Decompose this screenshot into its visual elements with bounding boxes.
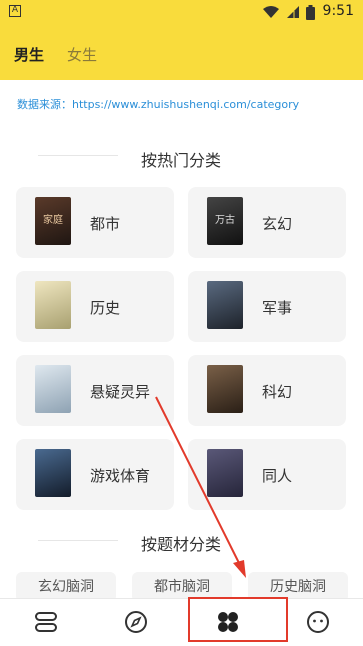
bottom-nav-bar xyxy=(0,598,363,646)
book-cover-image: 家庭 xyxy=(35,197,71,245)
category-card-youxi[interactable]: 游戏体育 xyxy=(16,439,174,510)
section-divider xyxy=(38,540,118,541)
annotation-highlight-box xyxy=(188,597,288,642)
book-cover-image xyxy=(35,281,71,329)
top-tab-bar: 男生 女生 xyxy=(0,24,363,80)
book-cover-image: 万古 xyxy=(207,197,243,245)
battery-icon xyxy=(306,5,315,20)
profile-icon[interactable] xyxy=(303,607,333,637)
category-card-kehuan[interactable]: 科幻 xyxy=(188,355,346,426)
category-label: 玄幻 xyxy=(262,215,293,233)
book-cover-image xyxy=(207,365,243,413)
category-label: 都市 xyxy=(90,215,121,233)
topic-section-title: 按题材分类 xyxy=(141,535,222,554)
section-divider xyxy=(38,155,118,156)
category-label: 科幻 xyxy=(262,383,293,401)
category-card-tongren[interactable]: 同人 xyxy=(188,439,346,510)
book-cover-image xyxy=(207,281,243,329)
hot-section-title: 按热门分类 xyxy=(141,151,222,170)
status-bar: A 9:51 xyxy=(0,0,363,24)
data-source-link[interactable]: 数据来源：https://www.zhuishushenqi.com/categ… xyxy=(17,96,299,112)
category-card-xuanyi[interactable]: 悬疑灵异 xyxy=(16,355,174,426)
category-label: 游戏体育 xyxy=(90,467,151,485)
category-label: 军事 xyxy=(262,299,293,317)
compass-icon[interactable] xyxy=(121,607,151,637)
category-card-xuanhuan[interactable]: 万古 玄幻 xyxy=(188,187,346,258)
category-label: 悬疑灵异 xyxy=(90,383,151,401)
category-card-lishi[interactable]: 历史 xyxy=(16,271,174,342)
category-card-dushi[interactable]: 家庭 都市 xyxy=(16,187,174,258)
tab-female[interactable]: 女生 xyxy=(67,44,97,65)
wifi-icon xyxy=(263,6,279,18)
app-notification-icon: A xyxy=(9,5,21,17)
tab-male[interactable]: 男生 xyxy=(14,44,44,65)
book-cover-image xyxy=(35,365,71,413)
bookshelf-icon[interactable] xyxy=(31,607,61,637)
book-cover-image xyxy=(207,449,243,497)
category-label: 历史 xyxy=(90,299,121,317)
category-label: 同人 xyxy=(262,467,293,485)
category-card-junshi[interactable]: 军事 xyxy=(188,271,346,342)
signal-icon xyxy=(287,6,299,18)
book-cover-image xyxy=(35,449,71,497)
clock: 9:51 xyxy=(322,3,354,19)
